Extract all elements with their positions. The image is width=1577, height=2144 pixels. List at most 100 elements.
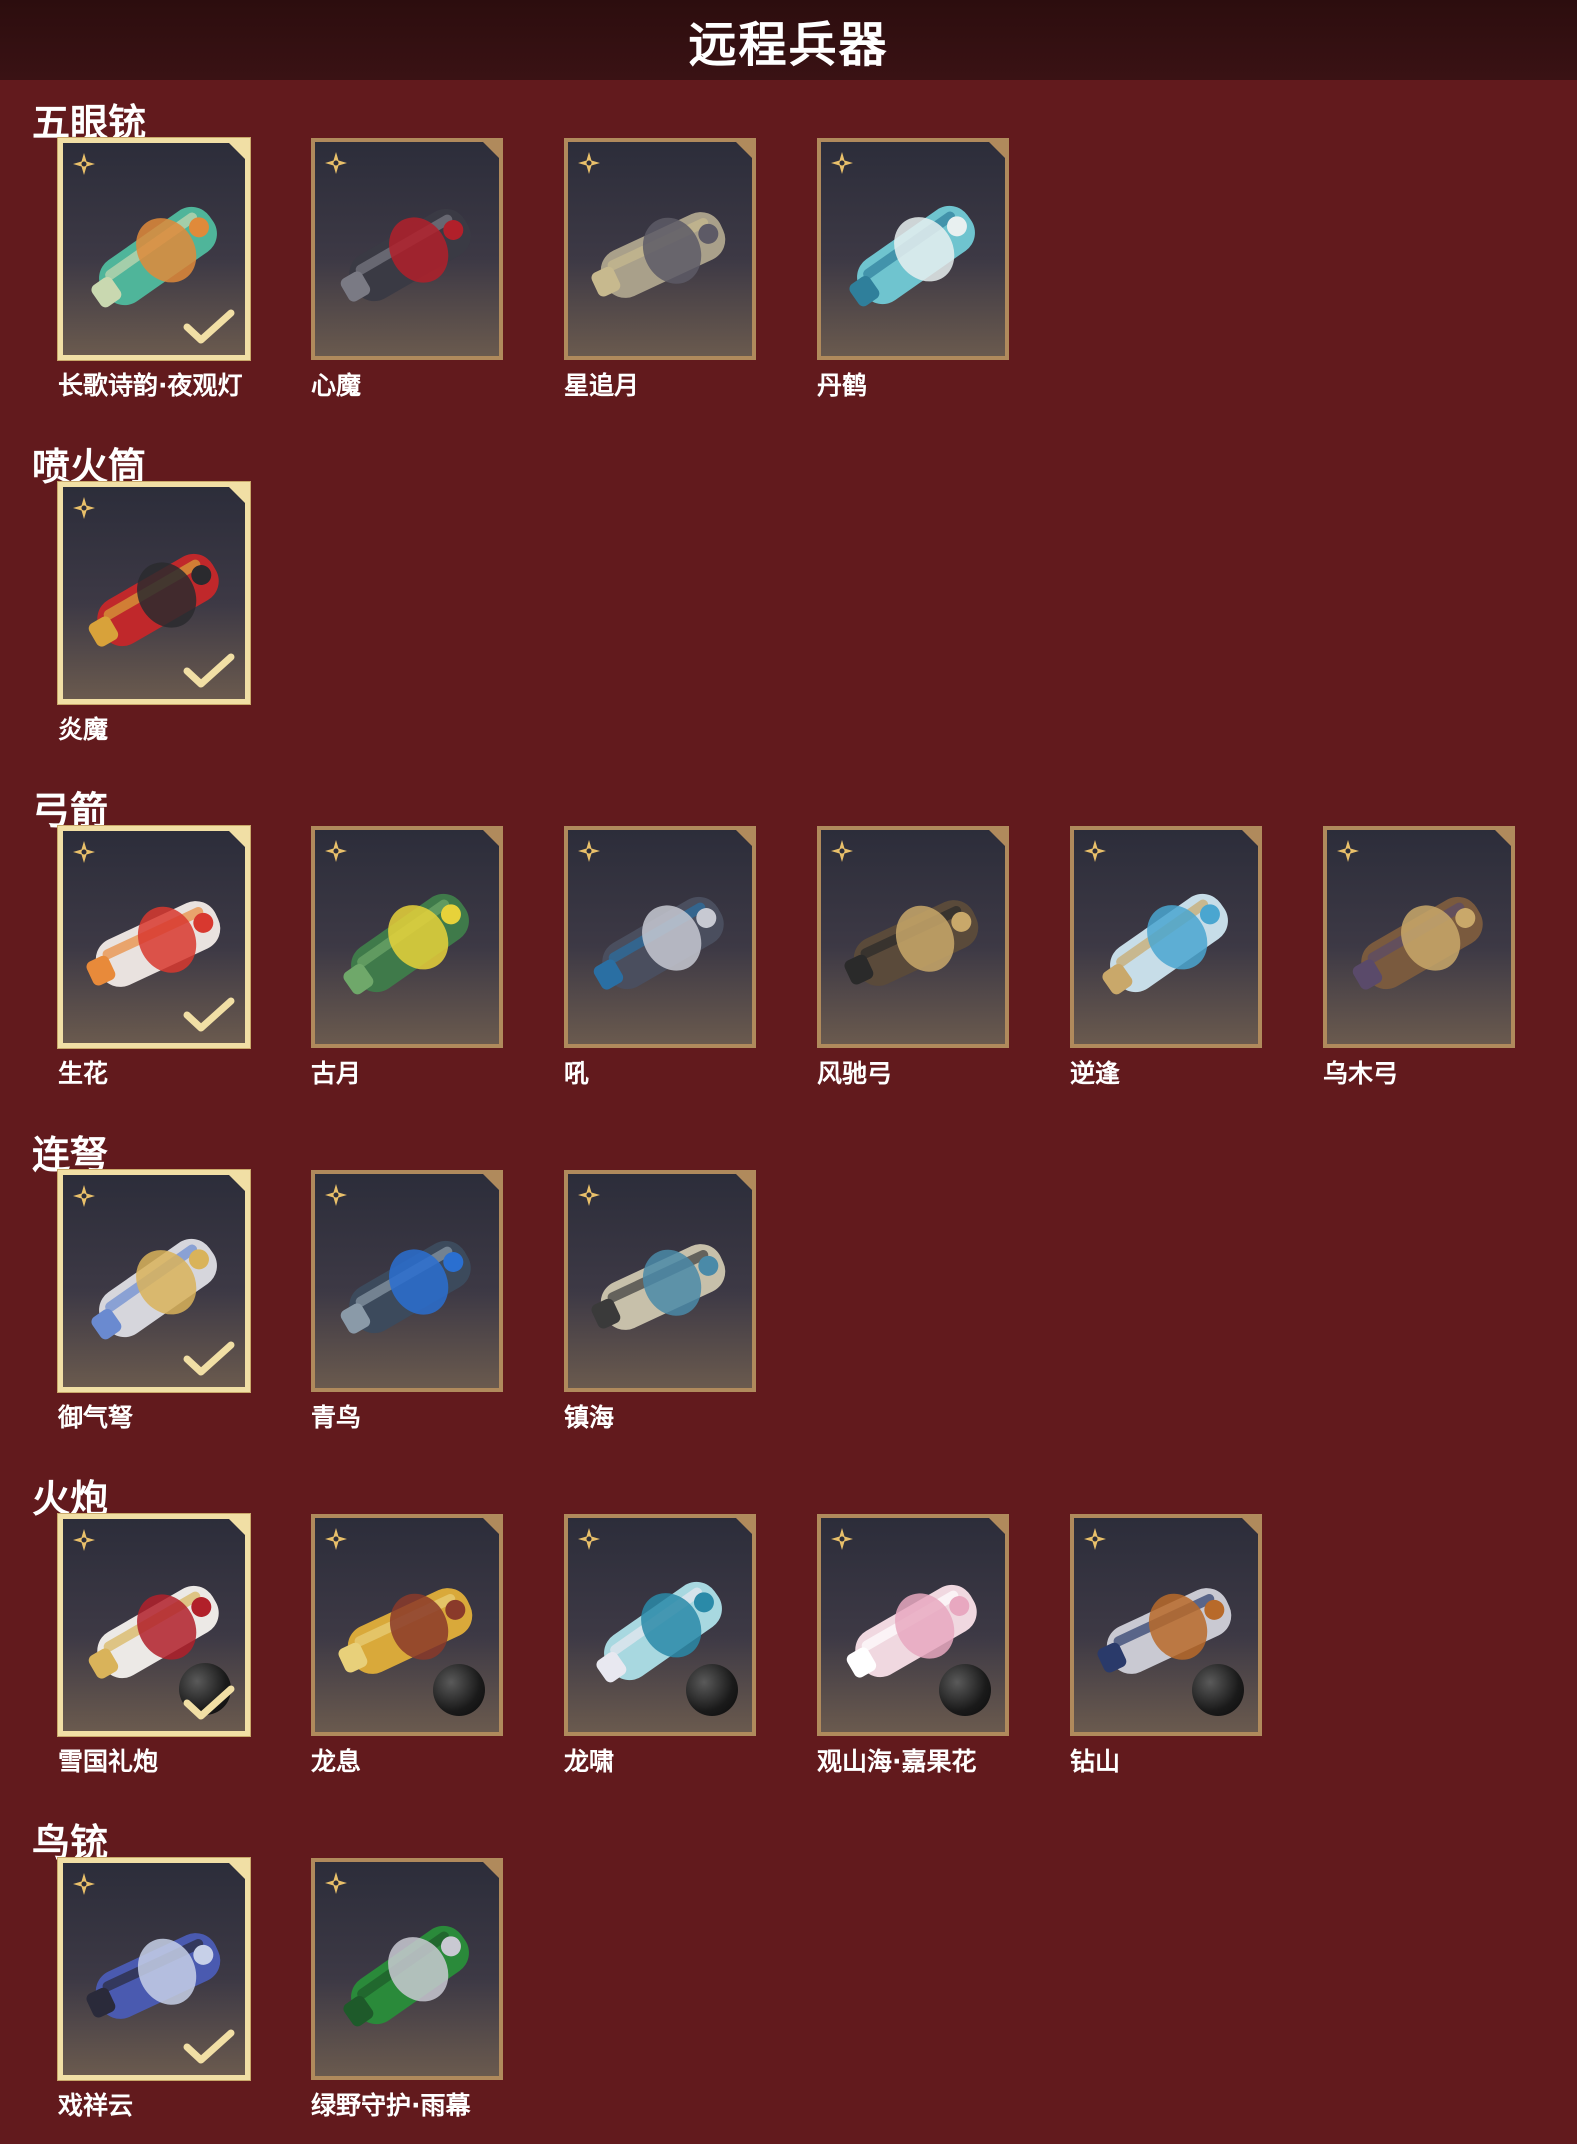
weapon-card-frame [311, 1170, 503, 1392]
weapon-card-frame [58, 482, 250, 704]
corner-tab-icon [987, 830, 1005, 848]
rarity-star-icon [578, 840, 600, 862]
rarity-star-icon [831, 1528, 853, 1550]
weapon-card-frame [58, 826, 250, 1048]
weapon-card[interactable]: 戏祥云 [58, 1858, 250, 2124]
weapon-image [593, 896, 724, 990]
weapon-image [340, 208, 471, 302]
weapon-card[interactable]: 生花 [58, 826, 250, 1092]
corner-tab-icon [481, 1174, 499, 1192]
weapon-card-frame [58, 1514, 250, 1736]
weapon-card[interactable]: 龙息 [311, 1514, 503, 1780]
weapon-card-frame [311, 1514, 503, 1736]
rarity-star-icon [73, 1529, 95, 1551]
corner-tab-icon [734, 830, 752, 848]
weapon-card[interactable]: 逆逢 [1070, 826, 1262, 1092]
weapon-card[interactable]: 心魔 [311, 138, 503, 404]
rarity-star-icon [73, 1873, 95, 1895]
weapon-name: 长歌诗韵·夜观灯 [58, 371, 243, 400]
weapon-card[interactable]: 龙啸 [564, 1514, 756, 1780]
weapon-card[interactable]: 风驰弓 [817, 826, 1009, 1092]
corner-tab-icon [1240, 1518, 1258, 1536]
weapon-card-frame [58, 138, 250, 360]
corner-tab-icon [734, 142, 752, 160]
corner-tab-icon [481, 1518, 499, 1536]
weapon-card[interactable]: 镇海 [564, 1170, 756, 1436]
weapon-card[interactable]: 雪国礼炮 [58, 1514, 250, 1780]
weapon-card-frame [1070, 826, 1262, 1048]
weapon-image [844, 900, 979, 986]
weapon-card[interactable]: 御气弩 [58, 1170, 250, 1436]
weapon-name: 龙息 [311, 1747, 362, 1776]
weapon-card-frame [1323, 826, 1515, 1048]
page-header: 远程兵器 [0, 0, 1577, 80]
weapon-card-frame [564, 138, 756, 360]
rarity-star-icon [1084, 840, 1106, 862]
equipped-check-icon [183, 997, 235, 1032]
weapon-name: 风驰弓 [817, 1059, 893, 1088]
corner-tab-icon [734, 1174, 752, 1192]
weapon-card[interactable]: 钻山 [1070, 1514, 1262, 1780]
equipped-check-icon [183, 653, 235, 688]
weapon-card-frame [564, 1170, 756, 1392]
rarity-star-icon [831, 840, 853, 862]
weapon-card-frame [58, 1170, 250, 1392]
weapon-name: 乌木弓 [1323, 1059, 1399, 1088]
weapon-image [591, 212, 726, 298]
weapon-name: 心魔 [311, 371, 362, 400]
weapon-card-frame [58, 1858, 250, 2080]
corner-tab-icon [481, 830, 499, 848]
equipped-check-icon [183, 1341, 235, 1376]
corner-tab-icon [227, 143, 245, 161]
rarity-star-icon [73, 841, 95, 863]
rarity-star-icon [73, 1185, 95, 1207]
rarity-star-icon [325, 1872, 347, 1894]
weapon-name: 御气弩 [58, 1403, 134, 1432]
rarity-star-icon [578, 1184, 600, 1206]
weapon-card[interactable]: 长歌诗韵·夜观灯 [58, 138, 250, 404]
weapon-name: 龙啸 [564, 1747, 615, 1776]
weapon-name: 炎魔 [58, 715, 109, 744]
rarity-star-icon [73, 497, 95, 519]
weapon-name: 逆逢 [1070, 1059, 1121, 1088]
weapon-card-frame [817, 138, 1009, 360]
corner-tab-icon [227, 1519, 245, 1537]
weapon-image [1352, 896, 1483, 990]
corner-tab-icon [987, 142, 1005, 160]
weapon-image [343, 1925, 469, 2027]
weapon-name: 青鸟 [311, 1403, 362, 1432]
weapon-card[interactable]: 乌木弓 [1323, 826, 1515, 1092]
cannonball-icon [686, 1664, 738, 1716]
weapon-card-frame [817, 826, 1009, 1048]
corner-tab-icon [227, 831, 245, 849]
weapon-card[interactable]: 古月 [311, 826, 503, 1092]
weapon-image [340, 1240, 471, 1334]
weapon-name: 雪国礼炮 [58, 1747, 159, 1776]
rarity-star-icon [325, 1184, 347, 1206]
weapon-card[interactable]: 青鸟 [311, 1170, 503, 1436]
weapon-card-frame [311, 826, 503, 1048]
weapon-image [849, 205, 975, 307]
weapon-name: 戏祥云 [58, 2091, 134, 2120]
weapon-name: 古月 [311, 1059, 362, 1088]
rarity-star-icon [325, 152, 347, 174]
weapon-card[interactable]: 吼 [564, 826, 756, 1092]
weapon-card[interactable]: 绿野守护·雨幕 [311, 1858, 503, 2124]
weapon-card-frame [817, 1514, 1009, 1736]
weapon-card[interactable]: 星追月 [564, 138, 756, 404]
weapon-card[interactable]: 丹鹤 [817, 138, 1009, 404]
corner-tab-icon [734, 1518, 752, 1536]
equipped-check-icon [183, 1685, 235, 1720]
rarity-star-icon [1084, 1528, 1106, 1550]
weapon-name: 生花 [58, 1059, 109, 1088]
weapon-card[interactable]: 观山海·嘉果花 [817, 1514, 1009, 1780]
weapon-card[interactable]: 炎魔 [58, 482, 250, 748]
rarity-star-icon [325, 1528, 347, 1550]
weapon-name: 钻山 [1070, 1747, 1121, 1776]
rarity-star-icon [1337, 840, 1359, 862]
corner-tab-icon [227, 487, 245, 505]
weapon-image [591, 1244, 726, 1330]
weapon-name: 观山海·嘉果花 [817, 1747, 977, 1776]
equipped-check-icon [183, 2029, 235, 2064]
rarity-star-icon [578, 1528, 600, 1550]
